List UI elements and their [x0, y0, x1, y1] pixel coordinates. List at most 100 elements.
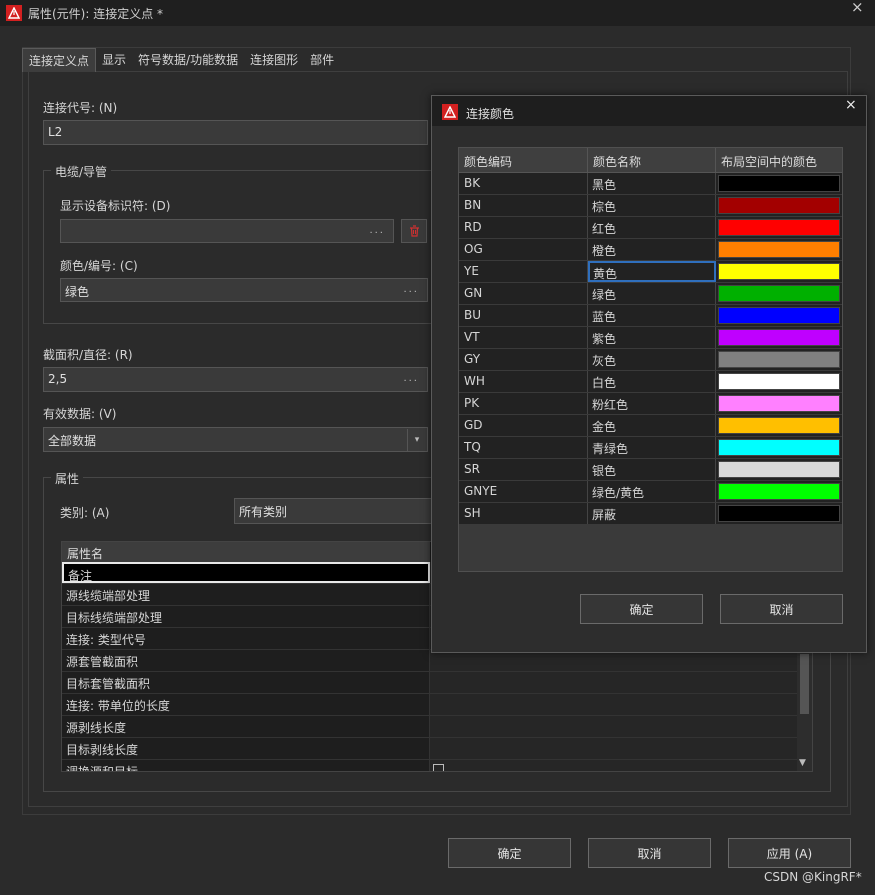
device-tag-browse-button[interactable]: ... [369, 225, 385, 236]
table-row[interactable]: 源套管截面积 [62, 650, 812, 672]
tab-symbol-data[interactable]: 符号数据/功能数据 [132, 48, 244, 71]
table-row[interactable]: 连接: 带单位的长度 [62, 694, 812, 716]
dialog-ok-button[interactable]: 确定 [580, 594, 703, 624]
color-row[interactable]: RD 红色 [459, 217, 842, 239]
tab-connection-point[interactable]: 连接定义点 [22, 48, 97, 72]
color-name-cell[interactable]: 橙色 [588, 239, 716, 260]
color-row[interactable]: GN 绿色 [459, 283, 842, 305]
cancel-button[interactable]: 取消 [588, 838, 711, 868]
color-row[interactable]: VT 紫色 [459, 327, 842, 349]
color-name-cell[interactable]: 金色 [588, 415, 716, 436]
color-swatch-cell[interactable] [716, 283, 842, 304]
color-name-cell[interactable]: 绿色 [588, 283, 716, 304]
apply-button[interactable]: 应用 (A) [728, 838, 851, 868]
cross-section-browse-button[interactable]: ... [403, 373, 419, 384]
color-name-cell[interactable]: 青绿色 [588, 437, 716, 458]
color-swatch [718, 395, 840, 412]
color-swatch-cell[interactable] [716, 327, 842, 348]
app-logo-icon [6, 5, 22, 21]
color-swatch-cell[interactable] [716, 195, 842, 216]
color-name-cell[interactable]: 紫色 [588, 327, 716, 348]
connection-code-input[interactable]: L2 [43, 120, 428, 145]
color-row[interactable]: BN 棕色 [459, 195, 842, 217]
cross-section-value: 2,5 [48, 372, 68, 386]
cross-section-input[interactable]: 2,5 ... [43, 367, 428, 392]
window-close-button[interactable]: × [851, 0, 864, 16]
color-swatch-cell[interactable] [716, 349, 842, 370]
table-row[interactable]: 调换源和目标 [62, 760, 812, 771]
color-name-cell[interactable]: 棕色 [588, 195, 716, 216]
color-swatch-cell[interactable] [716, 305, 842, 326]
cross-section-label: 截面积/直径: (R) [43, 348, 133, 362]
color-number-input[interactable]: 绿色 ... [60, 278, 428, 302]
tab-parts[interactable]: 部件 [304, 48, 340, 71]
color-swatch [718, 329, 840, 346]
color-swatch [718, 505, 840, 522]
swap-checkbox[interactable] [433, 764, 444, 771]
tab-display[interactable]: 显示 [96, 48, 132, 71]
color-swatch-cell[interactable] [716, 239, 842, 260]
color-swatch [718, 417, 840, 434]
dialog-cancel-button[interactable]: 取消 [720, 594, 843, 624]
color-row[interactable]: GNYE 绿色/黄色 [459, 481, 842, 503]
color-swatch-cell[interactable] [716, 371, 842, 392]
delete-button[interactable] [401, 219, 427, 243]
color-row[interactable]: PK 粉红色 [459, 393, 842, 415]
connection-code-label: 连接代号: (N) [43, 101, 118, 115]
color-swatch [718, 285, 840, 302]
color-code-cell: WH [459, 371, 588, 392]
window-title: 属性(元件): 连接定义点 * [28, 7, 164, 21]
color-swatch-cell[interactable] [716, 173, 842, 194]
color-swatch-cell[interactable] [716, 261, 842, 282]
valid-data-value: 全部数据 [48, 434, 97, 448]
color-row[interactable]: BK 黑色 [459, 173, 842, 195]
color-swatch-cell[interactable] [716, 437, 842, 458]
color-name-cell[interactable]: 蓝色 [588, 305, 716, 326]
tab-connection-graphics[interactable]: 连接图形 [244, 48, 304, 71]
color-code-cell: GNYE [459, 481, 588, 502]
color-name-cell[interactable]: 红色 [588, 217, 716, 238]
color-name-cell[interactable]: 屏蔽 [588, 503, 716, 524]
color-name-cell[interactable]: 白色 [588, 371, 716, 392]
scroll-down-icon[interactable]: ▼ [799, 758, 806, 768]
color-number-label: 颜色/编号: (C) [60, 259, 138, 273]
color-swatch-cell[interactable] [716, 217, 842, 238]
color-row[interactable]: OG 橙色 [459, 239, 842, 261]
color-row[interactable]: SH 屏蔽 [459, 503, 842, 525]
color-code-cell: VT [459, 327, 588, 348]
cable-conduit-group-title: 电缆/导管 [51, 163, 112, 180]
valid-data-select[interactable]: 全部数据 ▾ [43, 427, 428, 452]
watermark-text: CSDN @KingRF* [764, 870, 862, 884]
color-swatch-cell[interactable] [716, 415, 842, 436]
color-name-cell[interactable]: 黄色 [588, 261, 716, 282]
color-swatch [718, 483, 840, 500]
table-row[interactable]: 源剥线长度 [62, 716, 812, 738]
color-name-cell[interactable]: 银色 [588, 459, 716, 480]
dialog-close-button[interactable]: × [845, 97, 857, 113]
color-row[interactable]: WH 白色 [459, 371, 842, 393]
table-row[interactable]: 目标剥线长度 [62, 738, 812, 760]
color-name-cell[interactable]: 黑色 [588, 173, 716, 194]
color-name-cell[interactable]: 灰色 [588, 349, 716, 370]
properties-scrollbar-thumb[interactable] [800, 654, 809, 714]
table-row[interactable]: 目标套管截面积 [62, 672, 812, 694]
dropdown-arrow-icon[interactable]: ▾ [407, 429, 426, 451]
color-row[interactable]: SR 银色 [459, 459, 842, 481]
color-swatch-cell[interactable] [716, 459, 842, 480]
color-swatch-cell[interactable] [716, 393, 842, 414]
category-select[interactable]: 所有类别 [234, 498, 434, 524]
color-number-browse-button[interactable]: ... [403, 284, 419, 295]
color-row[interactable]: YE 黄色 [459, 261, 842, 283]
color-swatch-cell[interactable] [716, 481, 842, 502]
ok-button[interactable]: 确定 [448, 838, 571, 868]
device-tag-input[interactable]: ... [60, 219, 394, 243]
color-row[interactable]: GY 灰色 [459, 349, 842, 371]
color-name-cell[interactable]: 粉红色 [588, 393, 716, 414]
color-row[interactable]: GD 金色 [459, 415, 842, 437]
color-row[interactable]: BU 蓝色 [459, 305, 842, 327]
color-name-cell[interactable]: 绿色/黄色 [588, 481, 716, 502]
color-row[interactable]: TQ 青绿色 [459, 437, 842, 459]
color-swatch-cell[interactable] [716, 503, 842, 524]
color-code-cell: SR [459, 459, 588, 480]
color-swatch [718, 307, 840, 324]
